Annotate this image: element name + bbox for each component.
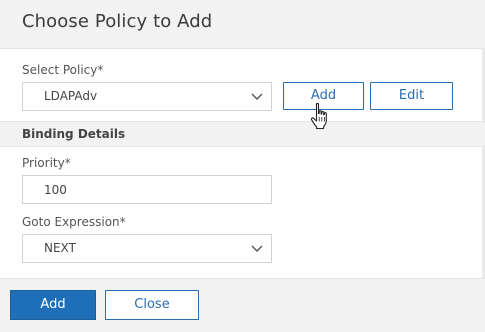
close-button[interactable]: Close xyxy=(105,290,199,320)
goto-expression-dropdown[interactable]: NEXT xyxy=(22,234,272,263)
dialog-title: Choose Policy to Add xyxy=(22,11,213,32)
binding-details-title: Binding Details xyxy=(22,127,126,141)
goto-expression-label: Goto Expression* xyxy=(22,215,126,229)
chevron-down-icon xyxy=(251,93,263,100)
edit-policy-button[interactable]: Edit xyxy=(370,82,453,110)
dialog-header: Choose Policy to Add xyxy=(0,0,485,49)
goto-expression-value: NEXT xyxy=(44,241,76,255)
dialog-footer: Add Close xyxy=(0,278,485,332)
select-policy-label: Select Policy* xyxy=(22,63,104,77)
add-policy-button[interactable]: Add xyxy=(283,82,364,110)
binding-details-section: Binding Details xyxy=(0,121,485,147)
priority-label: Priority* xyxy=(22,156,71,170)
choose-policy-dialog: Choose Policy to Add Select Policy* LDAP… xyxy=(0,0,485,332)
priority-input[interactable] xyxy=(22,175,272,204)
select-policy-value: LDAPAdv xyxy=(44,89,98,103)
chevron-down-icon xyxy=(251,245,263,252)
select-policy-dropdown[interactable]: LDAPAdv xyxy=(22,82,272,111)
add-button[interactable]: Add xyxy=(10,290,96,320)
